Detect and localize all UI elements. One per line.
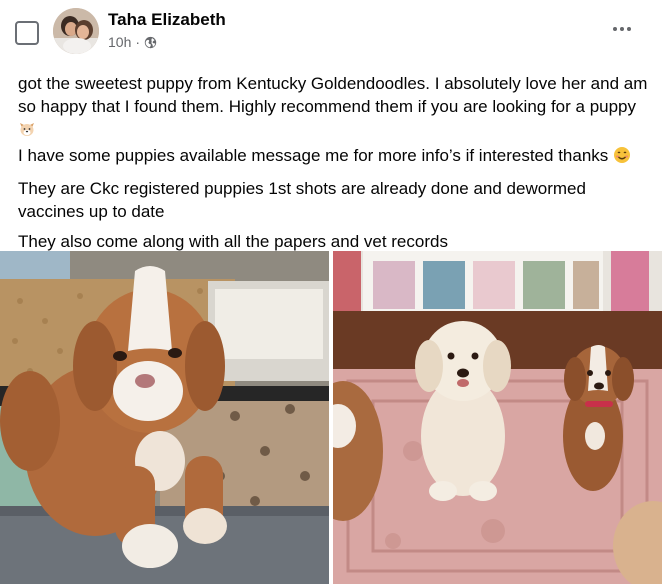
puppy-in-whelping-box-photo[interactable] (0, 251, 329, 584)
smiling-face-emoji (613, 146, 631, 170)
select-post-checkbox[interactable] (15, 21, 39, 45)
goldendoodle-puppies-on-rug-photo[interactable] (333, 251, 662, 584)
post-paragraph-2: I have some puppies available message me… (18, 144, 650, 170)
dot (627, 27, 631, 31)
post-text: got the sweetest puppy from Kentucky Gol… (18, 72, 650, 253)
author-name[interactable]: Taha Elizabeth (108, 10, 226, 30)
post-paragraph-3: They are Ckc registered puppies 1st shot… (18, 179, 586, 221)
more-options-icon[interactable] (608, 18, 636, 40)
author-avatar[interactable] (53, 8, 99, 54)
meta-separator: · (135, 34, 141, 50)
post-paragraph-1: got the sweetest puppy from Kentucky Gol… (18, 72, 650, 144)
post-meta: 10h · (108, 34, 157, 50)
photo-grid (0, 251, 662, 584)
post-paragraph-4: They also come along with all the papers… (18, 232, 448, 251)
dot (613, 27, 617, 31)
globe-icon[interactable] (144, 36, 157, 49)
feed-post: Taha Elizabeth 10h · got the sweetest pu… (0, 0, 662, 584)
post-timestamp[interactable]: 10h (108, 34, 131, 50)
dot (620, 27, 624, 31)
dog-face-emoji (18, 120, 36, 144)
